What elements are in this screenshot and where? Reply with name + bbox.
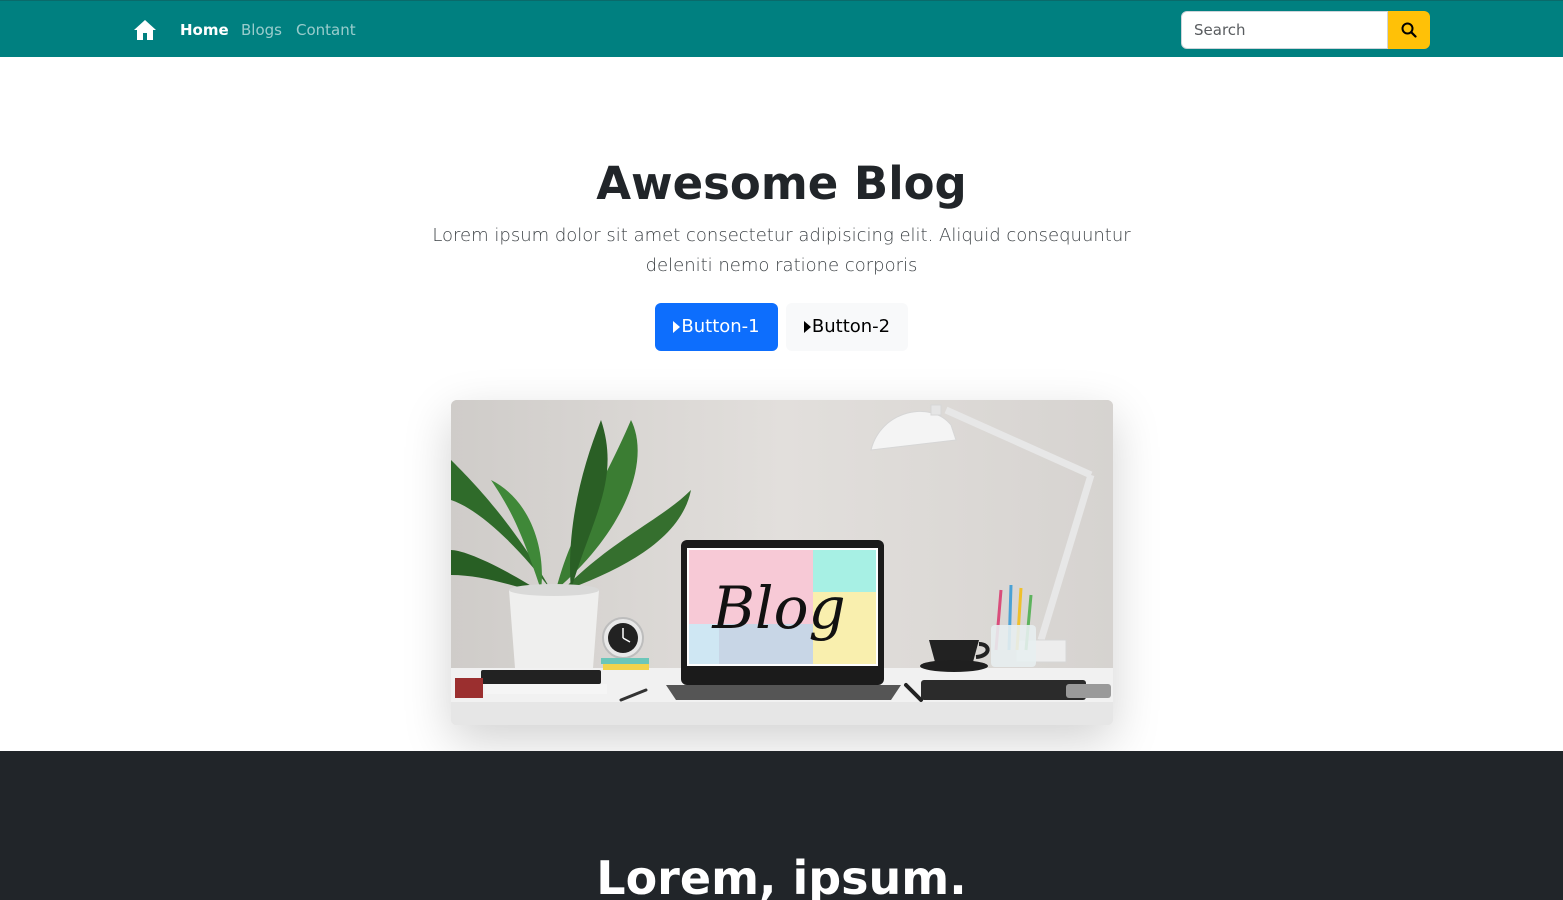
section-title: Lorem, ipsum. <box>596 851 967 900</box>
button-2-label: Button-2 <box>811 316 891 337</box>
home-icon[interactable] <box>133 19 157 41</box>
play-icon <box>803 321 811 333</box>
tablet <box>921 680 1086 700</box>
play-icon <box>673 321 681 333</box>
nav-link-contant[interactable]: Contant <box>296 20 356 40</box>
search-input[interactable] <box>1181 11 1388 49</box>
plant-pot <box>509 590 599 668</box>
navbar: Home Blogs Contant <box>0 0 1563 57</box>
hero-image: Blog <box>451 400 1113 725</box>
features-section: Lorem, ipsum. <box>0 751 1563 900</box>
search-icon <box>1401 22 1417 38</box>
coffee-cup <box>929 640 979 662</box>
hero-description: Lorem ipsum dolor sit amet consectetur a… <box>432 225 1131 276</box>
button-1[interactable]: Button-1 <box>655 303 778 351</box>
page-title: Awesome Blog <box>596 157 967 210</box>
laptop-base <box>666 685 901 700</box>
button-1-label: Button-1 <box>681 316 760 337</box>
button-2[interactable]: Button-2 <box>786 303 908 351</box>
nav-link-home[interactable]: Home <box>180 20 229 40</box>
desk-illustration: Blog <box>451 400 1113 725</box>
laptop-screen-text: Blog <box>711 574 845 642</box>
nav-link-blogs[interactable]: Blogs <box>241 20 282 40</box>
search-button[interactable] <box>1388 11 1430 49</box>
notebook <box>481 670 601 684</box>
